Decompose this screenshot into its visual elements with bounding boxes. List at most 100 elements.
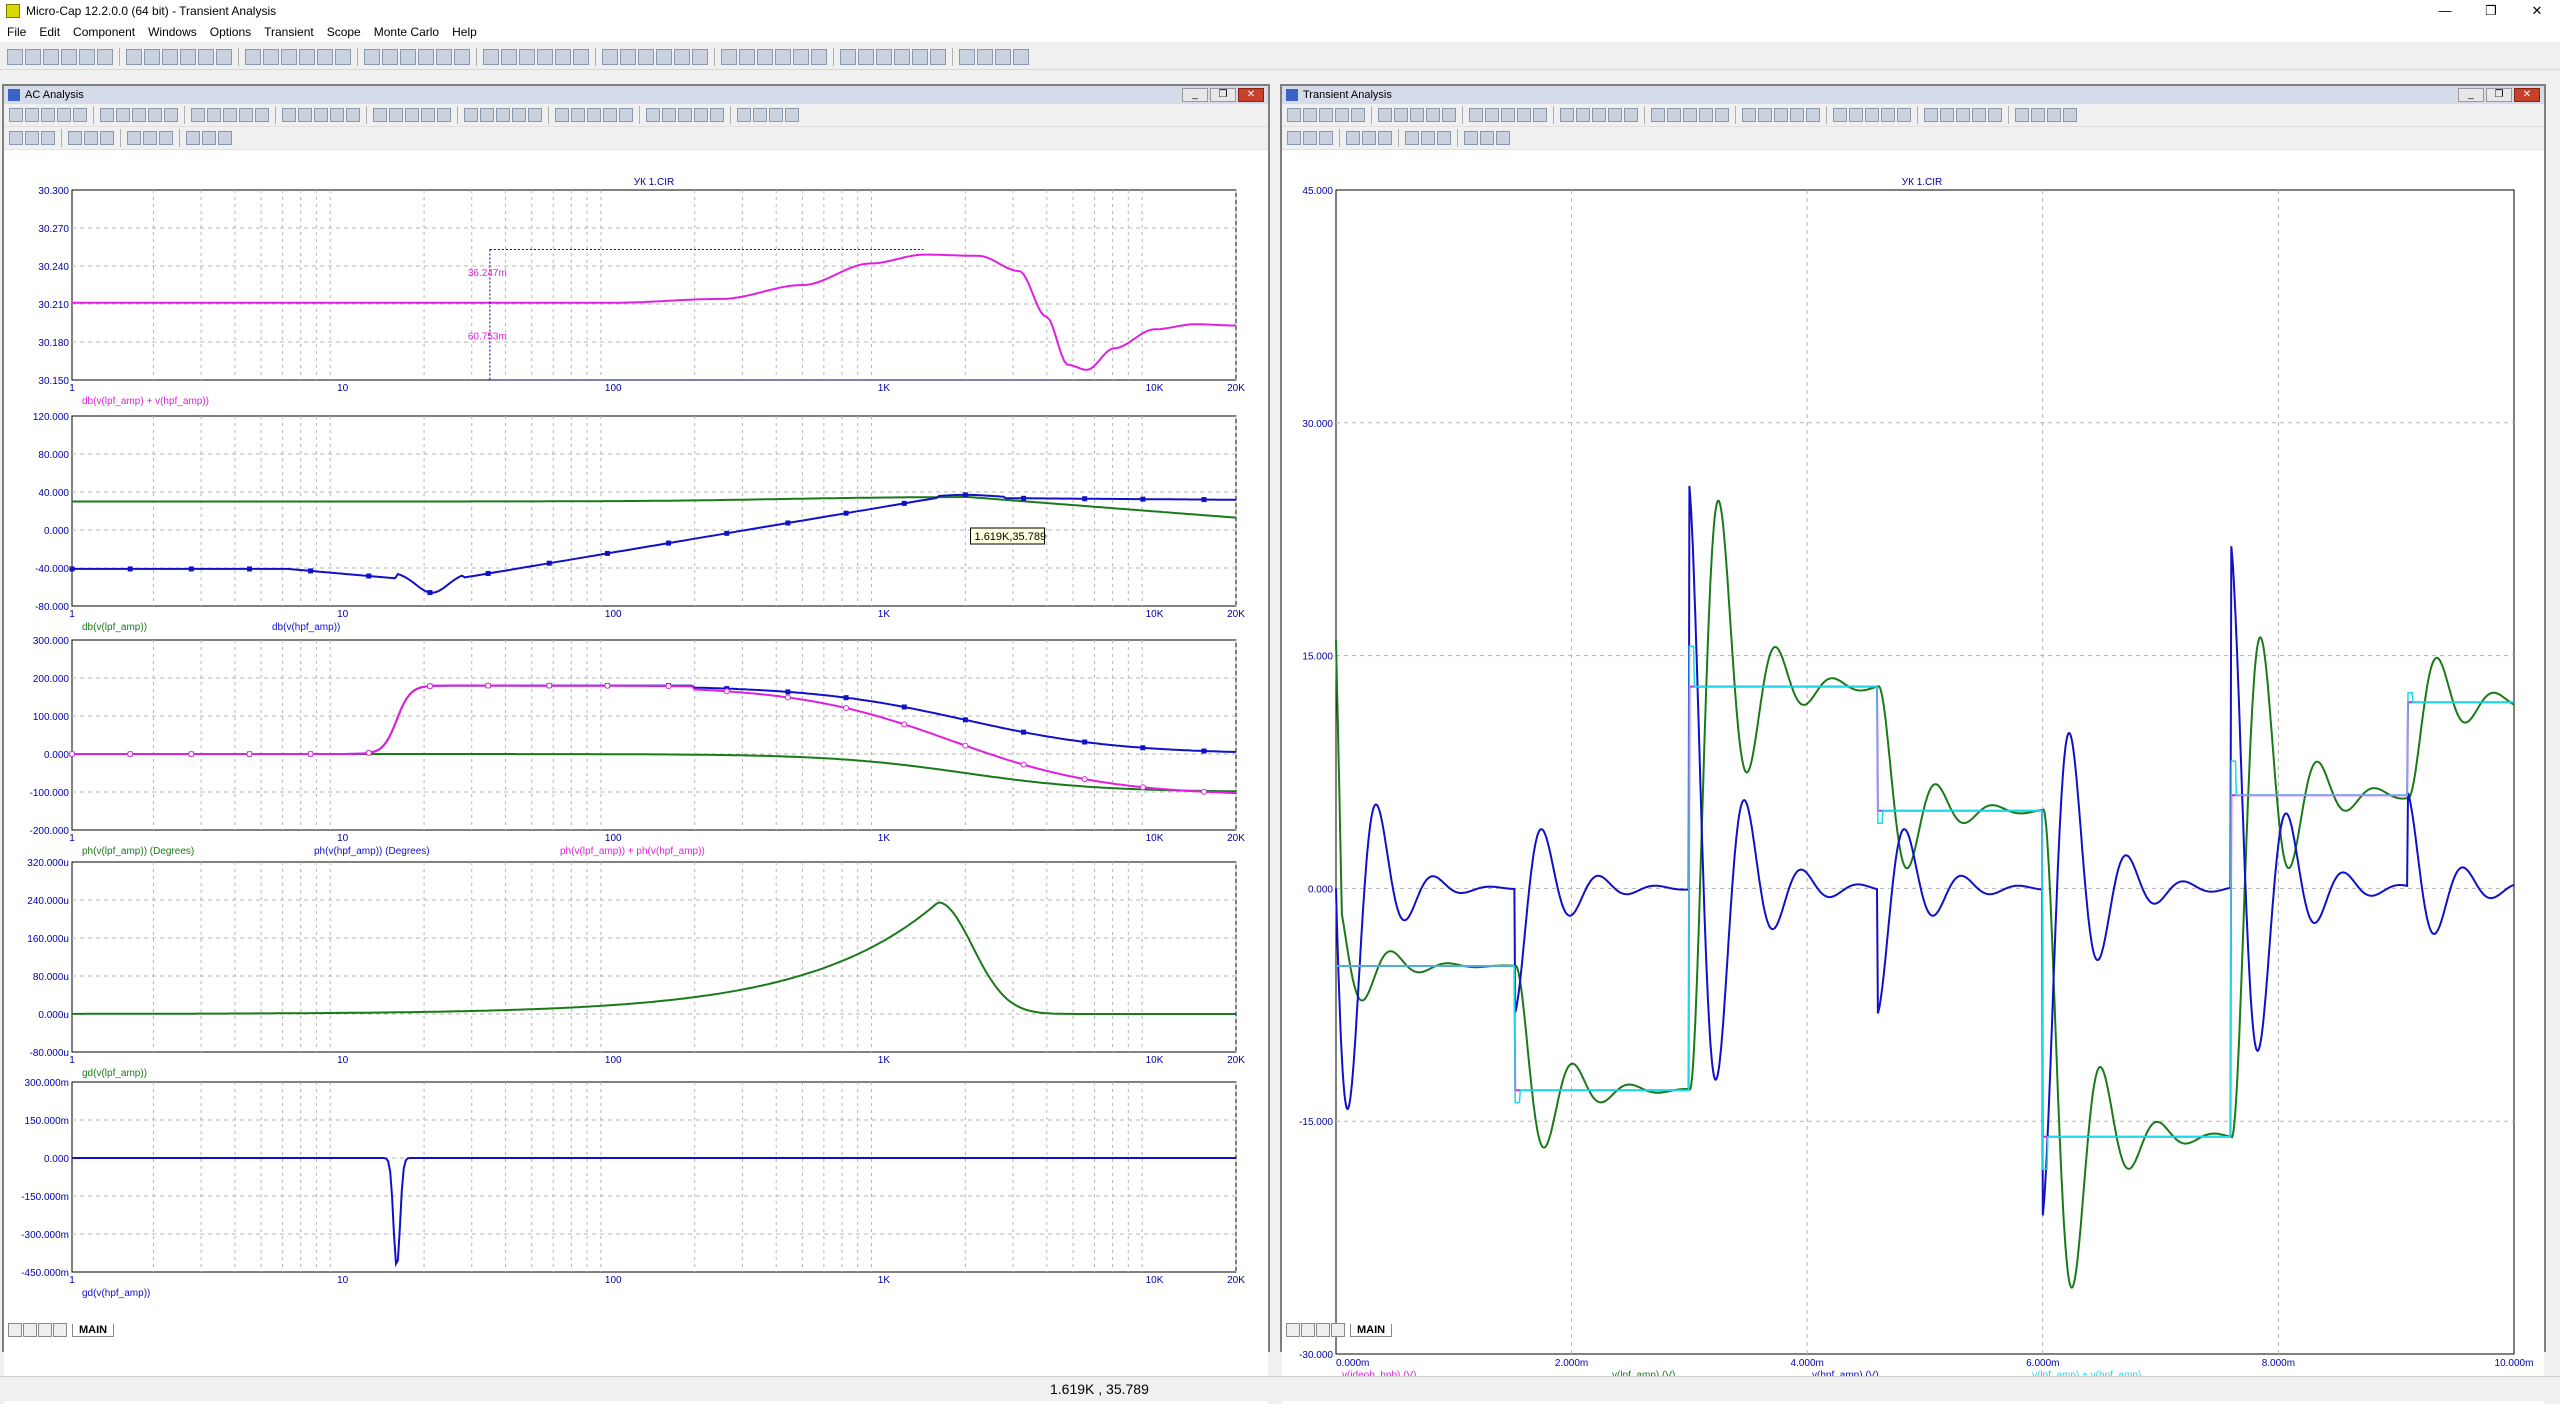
toolbar-button[interactable] [1865,108,1879,122]
toolbar-button[interactable] [418,48,434,65]
toolbar-button[interactable] [1469,108,1483,122]
menu-help[interactable]: Help [445,25,483,39]
toolbar-button[interactable] [454,48,470,65]
tab-nav-prev[interactable] [23,1323,37,1337]
toolbar-button[interactable] [148,108,162,122]
toolbar-button[interactable] [100,108,114,122]
toolbar-button[interactable] [263,48,279,65]
toolbar-button[interactable] [1485,108,1499,122]
toolbar-button[interactable] [602,48,618,65]
toolbar-button[interactable] [619,108,633,122]
toolbar-button[interactable] [9,108,23,122]
menu-scope[interactable]: Scope [320,25,367,39]
toolbar-button[interactable] [144,48,160,65]
toolbar-button[interactable] [7,48,23,65]
toolbar-button[interactable] [1464,131,1478,145]
toolbar-button[interactable] [528,108,542,122]
tab-nav-last[interactable] [53,1323,67,1337]
toolbar-button[interactable] [1378,131,1392,145]
toolbar-button[interactable] [501,48,517,65]
toolbar-button[interactable] [159,131,173,145]
menu-file[interactable]: File [0,25,32,39]
toolbar-button[interactable] [977,48,993,65]
toolbar-button[interactable] [1774,108,1788,122]
close-button[interactable]: ✕ [2514,0,2560,22]
toolbar-button[interactable] [41,108,55,122]
toolbar-button[interactable] [1287,108,1301,122]
toolbar-button[interactable] [61,48,77,65]
toolbar-button[interactable] [73,108,87,122]
toolbar-button[interactable] [436,48,452,65]
toolbar-button[interactable] [437,108,451,122]
toolbar-button[interactable] [43,48,59,65]
toolbar-button[interactable] [912,48,928,65]
toolbar-button[interactable] [1405,131,1419,145]
toolbar-button[interactable] [1806,108,1820,122]
menu-transient[interactable]: Transient [257,25,320,39]
tran-restore-button[interactable]: ❐ [2486,88,2512,102]
toolbar-button[interactable] [1592,108,1606,122]
toolbar-button[interactable] [555,108,569,122]
toolbar-button[interactable] [1319,108,1333,122]
toolbar-button[interactable] [314,108,328,122]
toolbar-button[interactable] [1881,108,1895,122]
toolbar-button[interactable] [1533,108,1547,122]
toolbar-button[interactable] [811,48,827,65]
toolbar-button[interactable] [2063,108,2077,122]
toolbar-button[interactable] [1651,108,1665,122]
toolbar-button[interactable] [405,108,419,122]
toolbar-button[interactable] [710,108,724,122]
toolbar-button[interactable] [571,108,585,122]
toolbar-button[interactable] [1833,108,1847,122]
toolbar-button[interactable] [9,131,23,145]
toolbar-button[interactable] [1013,48,1029,65]
toolbar-button[interactable] [721,48,737,65]
toolbar-button[interactable] [41,131,55,145]
maximize-button[interactable]: ❐ [2468,0,2514,22]
toolbar-button[interactable] [620,48,636,65]
tab-nav-last[interactable] [1331,1323,1345,1337]
toolbar-button[interactable] [678,108,692,122]
tab-nav-prev[interactable] [1301,1323,1315,1337]
toolbar-button[interactable] [330,108,344,122]
toolbar-button[interactable] [1576,108,1590,122]
toolbar-button[interactable] [421,108,435,122]
toolbar-button[interactable] [2031,108,2045,122]
toolbar-button[interactable] [1667,108,1681,122]
toolbar-button[interactable] [638,48,654,65]
toolbar-button[interactable] [255,108,269,122]
toolbar-button[interactable] [2015,108,2029,122]
tran-close-button[interactable]: ✕ [2514,88,2540,102]
toolbar-button[interactable] [1335,108,1349,122]
toolbar-button[interactable] [127,131,141,145]
toolbar-button[interactable] [1924,108,1938,122]
toolbar-button[interactable] [216,48,232,65]
toolbar-button[interactable] [876,48,892,65]
toolbar-button[interactable] [1742,108,1756,122]
tab-nav-next[interactable] [1316,1323,1330,1337]
toolbar-button[interactable] [769,108,783,122]
tran-plot-area[interactable]: 45.000 30.000 15.000 0.000 -15.000 -30.0000.0… [1282,166,2544,1404]
toolbar-button[interactable] [1897,108,1911,122]
toolbar-button[interactable] [100,131,114,145]
tab-nav-first[interactable] [8,1323,22,1337]
toolbar-button[interactable] [1790,108,1804,122]
ac-plot-area[interactable]: 30.30030.27030.24030.21030.18030.1501 10 1… [4,166,1268,1404]
toolbar-button[interactable] [603,108,617,122]
toolbar-button[interactable] [959,48,975,65]
toolbar-button[interactable] [894,48,910,65]
toolbar-button[interactable] [1303,108,1317,122]
toolbar-button[interactable] [180,48,196,65]
toolbar-button[interactable] [793,48,809,65]
toolbar-button[interactable] [400,48,416,65]
toolbar-button[interactable] [79,48,95,65]
toolbar-button[interactable] [281,48,297,65]
menu-windows[interactable]: Windows [141,25,203,39]
toolbar-button[interactable] [1624,108,1638,122]
toolbar-button[interactable] [519,48,535,65]
toolbar-button[interactable] [132,108,146,122]
toolbar-button[interactable] [1351,108,1365,122]
toolbar-button[interactable] [1410,108,1424,122]
toolbar-button[interactable] [389,108,403,122]
toolbar-button[interactable] [694,108,708,122]
